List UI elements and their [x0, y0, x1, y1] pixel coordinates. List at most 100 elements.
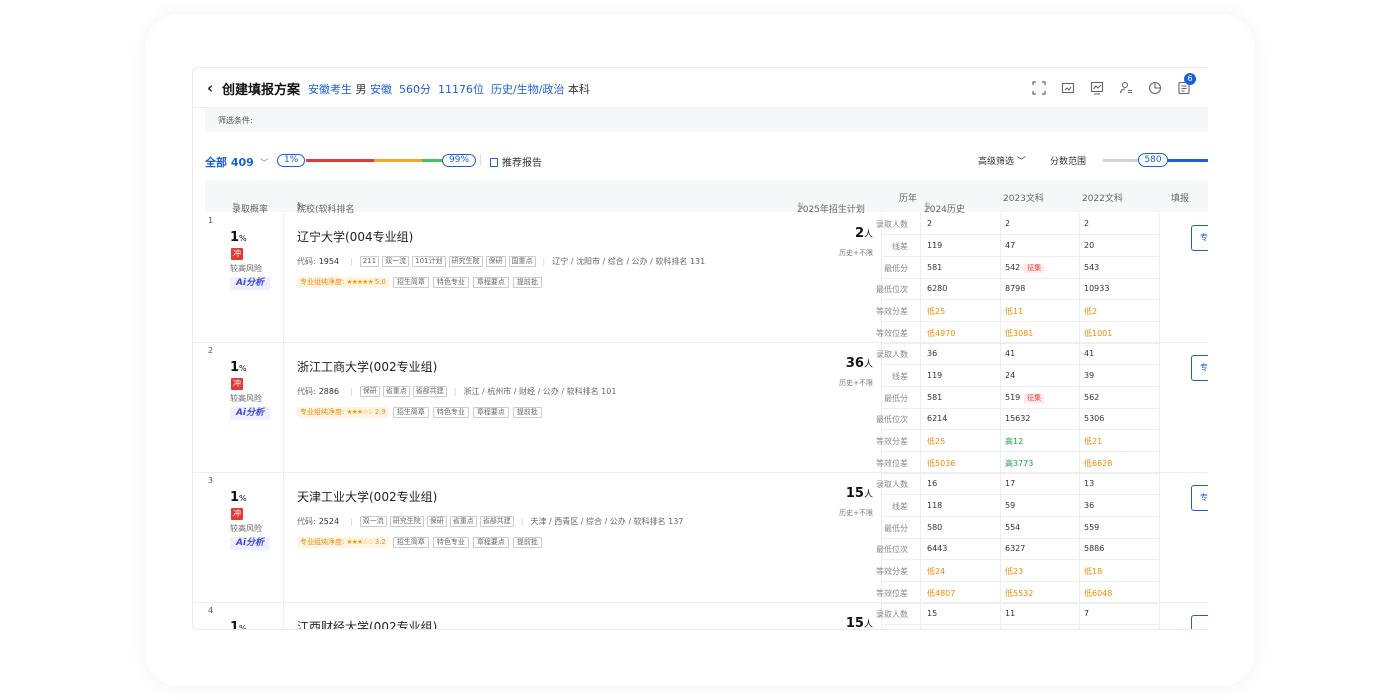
school-name[interactable]: 辽宁大学(004专业组) [297, 228, 413, 245]
ai-analysis-button[interactable]: Ai分析 [230, 537, 270, 550]
sort-icon: ⇅ [924, 202, 932, 212]
extra-tag-link[interactable]: 招生简章 [392, 407, 429, 418]
history-label: 等效分差 [876, 437, 908, 447]
fullscreen-icon[interactable] [1031, 80, 1046, 95]
history-value: 580 [927, 522, 943, 532]
candidate-score[interactable]: 560分 [399, 83, 431, 96]
school-name[interactable]: 天津工业大学(002专业组) [297, 488, 437, 505]
school-name[interactable]: 江西财经大学(002专业组) [297, 618, 437, 629]
extra-tag-link[interactable]: 招生简章 [392, 277, 429, 288]
score-range-handle[interactable]: 580 [1138, 153, 1168, 167]
school-code: 1954 [318, 257, 340, 266]
history-value: 低4970 [927, 329, 956, 338]
candidate-province-label[interactable]: 安徽考生 [308, 83, 352, 96]
table-row[interactable]: 2 1% 冲较高风险 Ai分析 浙江工商大学(002专业组) 代码: 2886 | 保研 省重点省… [193, 343, 1208, 474]
extra-tag-link[interactable]: 特色专业 [432, 277, 469, 288]
extra-tag-link[interactable]: 特色专业 [432, 537, 469, 548]
history-cell: 36 [1084, 501, 1094, 510]
all-dropdown[interactable]: 全部 409 ﹀ [205, 154, 269, 170]
extra-tag-link[interactable]: 提前批 [512, 407, 542, 418]
candidate-subjects[interactable]: 历史/生物/政治 [491, 83, 564, 96]
school-info: 代码: 1954 | 211 双一流 101计划 研究生院 保研 国重点 | 辽宁 / 沈阳市 / … [297, 256, 705, 267]
plan-list-icon[interactable]: 6 [1176, 73, 1196, 95]
report-label: 推荐报告 [502, 158, 542, 169]
history-cell: 41 [1005, 349, 1015, 358]
header-toolbar: 6 [1031, 73, 1196, 95]
history-value: 17 [1005, 479, 1016, 488]
history-cell: 2 [1084, 219, 1089, 228]
plan-limit: 历史+不限 [839, 509, 873, 517]
history-cell: 5306 [1084, 414, 1104, 423]
history-label: 线差 [892, 501, 908, 511]
table-row[interactable]: 4 1% 江西财经大学(002专业组) 15人 录取人数 15 11 7 [193, 603, 1208, 629]
recommend-report-link[interactable]: 推荐报告 [490, 154, 542, 169]
fill-major-button[interactable] [1191, 615, 1208, 629]
image-icon[interactable] [1060, 80, 1075, 95]
risk-label: 较高风险 [230, 524, 262, 533]
history-cell: 低4970 [927, 328, 955, 339]
history-cell: 24 [1005, 371, 1015, 380]
prob-max-handle[interactable]: 99% [442, 154, 477, 167]
ai-analysis-button[interactable]: Ai分析 [230, 277, 270, 290]
col-2023: 2023文科 [1003, 194, 1044, 204]
fill-major-button[interactable]: 专 [1191, 225, 1208, 251]
fill-major-button[interactable]: 专 [1191, 355, 1208, 381]
history-value: 36 [1084, 500, 1095, 510]
purity-value: 5.0 [374, 278, 386, 286]
user-compare-icon[interactable] [1118, 80, 1133, 95]
candidate-level: 本科 [567, 83, 590, 96]
extra-tag-link[interactable]: 章程要点 [472, 277, 509, 288]
extra-tag-link[interactable]: 章程要点 [472, 407, 509, 418]
fill-major-button[interactable]: 专 [1191, 485, 1208, 511]
extra-tag-link[interactable]: 特色专业 [432, 407, 469, 418]
candidate-rank[interactable]: 11176位 [438, 83, 484, 96]
history-cell: 559 [1084, 523, 1099, 532]
history-value: 581 [927, 262, 943, 272]
zhengji-badge: 征集 [1024, 263, 1045, 273]
sort-icon: ⇅ [797, 202, 805, 212]
plan-window: ‹ 创建填报方案 安徽考生 男 安徽 560分 11176位 历史/生物/政治 … [192, 67, 1208, 630]
school-name[interactable]: 浙江工商大学(002专业组) [297, 358, 437, 375]
history-grid: 录取人数 16 17 13 线差 118 59 36 最低分 580 554 559 最低位次 6443 6… [876, 473, 1160, 604]
prob-unit: % [239, 364, 247, 373]
prob-min-handle[interactable]: 1% [277, 154, 306, 167]
extra-tag-link[interactable]: 提前批 [512, 537, 542, 548]
history-value: 20 [1084, 240, 1095, 250]
history-cell: 低21 [1084, 436, 1102, 447]
prob-range-bar[interactable] [306, 159, 443, 162]
history-value: 562 [1084, 392, 1100, 402]
school-tag: 省部共建 [479, 516, 514, 527]
history-value: 16 [927, 479, 938, 488]
ai-analysis-button[interactable]: Ai分析 [230, 407, 270, 420]
pie-chart-icon[interactable] [1147, 80, 1162, 95]
history-cell: 47 [1005, 241, 1015, 250]
purity-label: 专业组纯净度: [300, 278, 345, 286]
table-row[interactable]: 1 1% 冲较高风险 Ai分析 辽宁大学(004专业组) 代码: 1954 | 211 双一流 10… [193, 213, 1208, 344]
history-value: 2 [927, 219, 933, 228]
table-header: 录取概率 ⇅ 院校(软科排名 ⇅) ﹀ 2025年招生计划 ⇅ 历年 2024历… [205, 180, 1208, 215]
history-cell: 高3773 [1005, 458, 1033, 469]
admit-probability: 1% [230, 620, 247, 629]
chart-icon[interactable] [1089, 80, 1104, 95]
history-row: 线差 119 24 39 [882, 365, 1160, 387]
safe-segment [422, 159, 443, 162]
back-icon[interactable]: ‹ [207, 79, 213, 97]
history-label: 等效分差 [876, 307, 908, 317]
history-row: 最低位次 6214 15632 5306 [876, 408, 1160, 431]
history-cell: 低25 [927, 436, 945, 447]
history-value: 6214 [927, 414, 948, 424]
row-number: 4 [208, 606, 214, 615]
history-cell: 543 [1084, 263, 1099, 272]
history-cell: 8798 [1005, 284, 1025, 293]
filter-bar: 筛选条件: [205, 108, 1208, 132]
advanced-filter-dropdown[interactable]: 高级筛选 ﹀ [978, 154, 1026, 167]
chong-badge: 冲 [231, 248, 243, 260]
candidate-province[interactable]: 安徽 [370, 83, 392, 96]
extra-tag-link[interactable]: 招生简章 [392, 537, 429, 548]
history-label: 等效位差 [876, 329, 908, 338]
extra-tag-link[interactable]: 章程要点 [472, 537, 509, 548]
table-row[interactable]: 3 1% 冲较高风险 Ai分析 天津工业大学(002专业组) 代码: 2524 | 双一流 研究生… [193, 473, 1208, 604]
extra-tag-link[interactable]: 提前批 [512, 277, 542, 288]
history-value: 2 [1005, 219, 1011, 228]
history-cell: 15 [927, 609, 937, 618]
